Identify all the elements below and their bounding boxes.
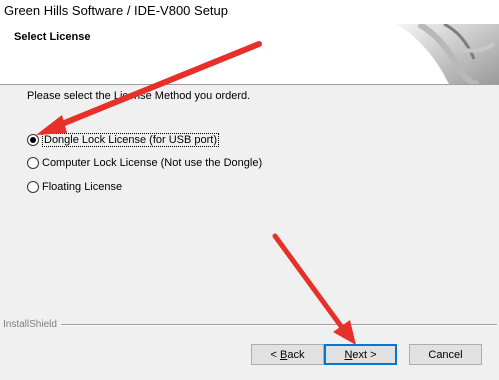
next-button[interactable]: Next > (324, 344, 397, 365)
radio-floating-icon[interactable] (27, 181, 39, 193)
back-mnemonic: B (280, 348, 288, 361)
back-button[interactable]: < Back (251, 344, 324, 365)
title-bar: Green Hills Software / IDE-V800 Setup (0, 0, 499, 24)
option-dongle-license[interactable]: Dongle Lock License (for USB port) (27, 132, 220, 148)
option-floating-license[interactable]: Floating License (27, 179, 122, 195)
divider-line (60, 323, 497, 326)
option-dongle-label[interactable]: Dongle Lock License (for USB port) (42, 133, 220, 147)
installshield-divider: InstallShield (3, 319, 497, 330)
option-computer-license[interactable]: Computer Lock License (Not use the Dongl… (27, 155, 262, 171)
license-prompt: Please select the License Method you ord… (27, 90, 251, 102)
radio-computer-icon[interactable] (27, 157, 39, 169)
cancel-button[interactable]: Cancel (409, 344, 482, 365)
next-rest: ext (352, 348, 368, 361)
option-floating-label[interactable]: Floating License (42, 181, 122, 193)
radio-dongle-icon[interactable] (27, 134, 39, 146)
back-prefix: < (270, 348, 280, 361)
back-rest: ack (287, 348, 305, 361)
installer-art-icon (397, 24, 499, 84)
next-mnemonic: N (344, 348, 353, 361)
window-title: Green Hills Software / IDE-V800 Setup (4, 3, 228, 18)
option-computer-label[interactable]: Computer Lock License (Not use the Dongl… (42, 157, 262, 169)
page-heading: Select License (14, 31, 91, 43)
next-suffix: > (367, 348, 377, 361)
installshield-brand: InstallShield (3, 319, 57, 330)
wizard-header: Select License (0, 24, 499, 85)
